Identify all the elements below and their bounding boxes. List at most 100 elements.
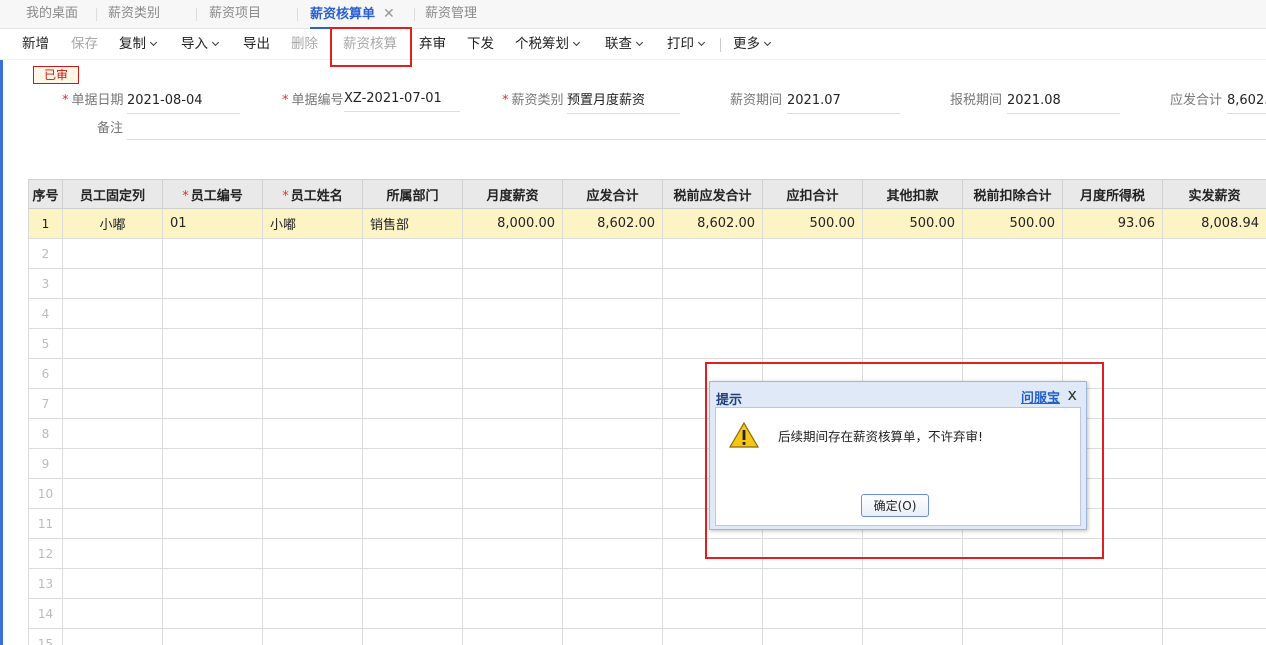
empty-cell[interactable] (62, 328, 163, 359)
empty-cell[interactable] (762, 298, 863, 329)
empty-cell[interactable] (662, 628, 763, 645)
empty-cell[interactable] (562, 538, 663, 569)
doc-no-field[interactable]: XZ-2021-07-01 (344, 90, 460, 112)
empty-cell[interactable] (162, 538, 263, 569)
empty-cell[interactable] (1162, 538, 1266, 569)
print-dropdown[interactable]: 打印 (667, 29, 706, 60)
close-icon[interactable]: x (1068, 385, 1077, 404)
empty-cell[interactable] (162, 598, 263, 629)
copy-dropdown[interactable]: 复制 (119, 29, 158, 60)
column-header[interactable]: 员工固定列 (62, 179, 163, 209)
period-field[interactable]: 2021.07 (787, 92, 900, 114)
empty-cell[interactable] (762, 268, 863, 299)
empty-cell[interactable] (62, 268, 163, 299)
column-header[interactable]: 月度所得税 (1062, 179, 1163, 209)
empty-cell[interactable] (1062, 238, 1163, 269)
total-field[interactable]: 8,602. (1227, 92, 1266, 114)
empty-cell[interactable] (662, 238, 763, 269)
empty-cell[interactable] (162, 478, 263, 509)
empty-cell[interactable] (162, 628, 263, 645)
issue-button[interactable]: 下发 (467, 29, 494, 60)
empty-cell[interactable] (762, 628, 863, 645)
empty-cell[interactable] (462, 418, 563, 449)
empty-cell[interactable] (362, 298, 463, 329)
tab-salary-category[interactable]: 薪资类别 (108, 0, 160, 29)
table-row[interactable]: 5 (28, 328, 1266, 359)
employee-code-cell[interactable]: 01 (162, 208, 263, 239)
empty-cell[interactable] (262, 538, 363, 569)
column-header[interactable]: 税前应发合计 (662, 179, 763, 209)
empty-cell[interactable] (462, 478, 563, 509)
empty-cell[interactable] (862, 598, 963, 629)
empty-cell[interactable] (62, 538, 163, 569)
export-button[interactable]: 导出 (243, 29, 270, 60)
empty-cell[interactable] (1162, 358, 1266, 389)
empty-cell[interactable] (662, 298, 763, 329)
empty-cell[interactable] (262, 478, 363, 509)
pretax-deduct-cell[interactable]: 500.00 (962, 208, 1063, 239)
empty-cell[interactable] (262, 568, 363, 599)
empty-cell[interactable] (62, 508, 163, 539)
empty-cell[interactable] (462, 358, 563, 389)
empty-cell[interactable] (1062, 328, 1163, 359)
empty-cell[interactable] (962, 268, 1063, 299)
empty-cell[interactable] (362, 508, 463, 539)
department-cell[interactable]: 销售部 (362, 208, 463, 239)
empty-cell[interactable] (562, 568, 663, 599)
empty-cell[interactable] (62, 598, 163, 629)
empty-cell[interactable] (562, 388, 663, 419)
empty-cell[interactable] (462, 628, 563, 645)
empty-cell[interactable] (62, 238, 163, 269)
tab-close-icon[interactable]: ✕ (383, 6, 395, 22)
more-dropdown[interactable]: 更多 (733, 29, 772, 60)
empty-cell[interactable] (762, 568, 863, 599)
tax-period-field[interactable]: 2021.08 (1007, 92, 1120, 114)
empty-cell[interactable] (462, 568, 563, 599)
empty-cell[interactable] (1162, 268, 1266, 299)
add-button[interactable]: 新增 (22, 29, 49, 60)
empty-cell[interactable] (62, 418, 163, 449)
empty-cell[interactable] (362, 388, 463, 419)
empty-cell[interactable] (362, 628, 463, 645)
empty-cell[interactable] (262, 598, 363, 629)
category-field[interactable]: 预置月度薪资 (567, 92, 680, 114)
empty-cell[interactable] (1162, 448, 1266, 479)
unaudit-button[interactable]: 弃审 (419, 29, 446, 60)
empty-cell[interactable] (362, 268, 463, 299)
empty-cell[interactable] (262, 418, 363, 449)
empty-cell[interactable] (762, 598, 863, 629)
empty-cell[interactable] (1162, 328, 1266, 359)
save-button[interactable]: 保存 (71, 29, 98, 60)
empty-cell[interactable] (462, 388, 563, 419)
empty-cell[interactable] (762, 328, 863, 359)
empty-cell[interactable] (262, 268, 363, 299)
empty-cell[interactable] (162, 448, 263, 479)
empty-cell[interactable] (662, 598, 763, 629)
empty-cell[interactable] (562, 628, 663, 645)
query-dropdown[interactable]: 联查 (605, 29, 644, 60)
empty-cell[interactable] (462, 508, 563, 539)
import-dropdown[interactable]: 导入 (181, 29, 220, 60)
empty-cell[interactable] (1162, 298, 1266, 329)
empty-cell[interactable] (762, 238, 863, 269)
empty-cell[interactable] (1062, 298, 1163, 329)
empty-cell[interactable] (962, 298, 1063, 329)
empty-cell[interactable] (162, 358, 263, 389)
tax-plan-dropdown[interactable]: 个税筹划 (515, 29, 581, 60)
empty-cell[interactable] (162, 298, 263, 329)
column-header[interactable]: 其他扣款 (862, 179, 963, 209)
tab-salary-calc-sheet[interactable]: 薪资核算单 ✕ (310, 0, 395, 29)
pretax-gross-cell[interactable]: 8,602.00 (662, 208, 763, 239)
empty-cell[interactable] (662, 328, 763, 359)
empty-cell[interactable] (1062, 598, 1163, 629)
empty-cell[interactable] (862, 628, 963, 645)
empty-cell[interactable] (62, 448, 163, 479)
empty-cell[interactable] (1162, 478, 1266, 509)
column-header[interactable]: 所属部门 (362, 179, 463, 209)
empty-cell[interactable] (1162, 388, 1266, 419)
table-row[interactable]: 2 (28, 238, 1266, 269)
empty-cell[interactable] (462, 538, 563, 569)
table-row[interactable]: 14 (28, 598, 1266, 629)
remark-field[interactable] (127, 118, 1266, 140)
deduct-total-cell[interactable]: 500.00 (762, 208, 863, 239)
